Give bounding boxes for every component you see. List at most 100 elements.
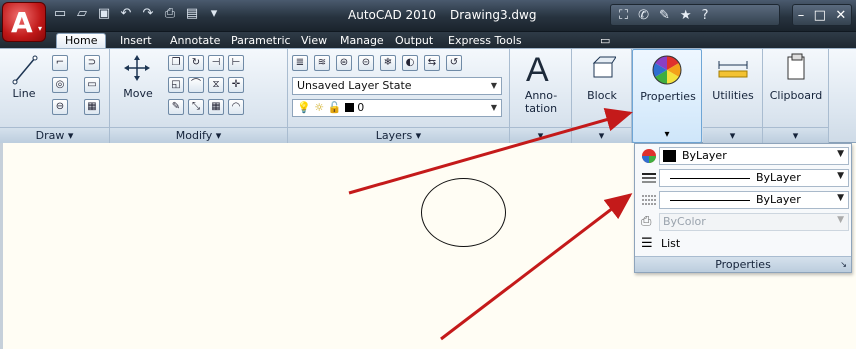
layer-dropdown[interactable]: 💡 ☼ 🔓 0 ▼: [292, 99, 502, 117]
app-menu-caret-icon: ▾: [37, 24, 42, 33]
arc-icon[interactable]: ⊃: [84, 55, 100, 71]
layer-match-icon[interactable]: ⇆: [424, 55, 440, 71]
app-name: AutoCAD 2010: [348, 8, 437, 22]
scale-icon[interactable]: ⤡: [188, 99, 204, 115]
help-icon[interactable]: ?: [702, 8, 709, 23]
linetype-value: ByLayer: [756, 171, 801, 184]
extend-icon[interactable]: ⊢: [228, 55, 244, 71]
maximize-icon[interactable]: □: [814, 8, 826, 23]
block-panel[interactable]: Block ▾: [572, 49, 632, 143]
redo-icon[interactable]: ↷: [140, 6, 156, 21]
block-label: Block: [587, 89, 617, 102]
move-icon[interactable]: [124, 55, 150, 81]
list-button[interactable]: List: [661, 237, 680, 250]
chevron-down-icon: ▼: [490, 103, 497, 112]
fillet-icon[interactable]: ⌒: [188, 77, 204, 93]
layers-panel-footer[interactable]: Layers ▾: [288, 127, 509, 143]
binoculars-icon[interactable]: ⛶: [619, 8, 628, 23]
lineweight-select[interactable]: ByLayer ▼: [659, 191, 849, 209]
color-select[interactable]: ByLayer ▼: [659, 147, 849, 165]
lineweight-value: ByLayer: [756, 193, 801, 206]
layer-off-icon[interactable]: ◐: [402, 55, 418, 71]
annotation-panel[interactable]: A Anno- tation ▾: [510, 49, 572, 143]
lineweight-row[interactable]: ByLayer ▼: [637, 190, 849, 210]
explode-icon[interactable]: ✛: [228, 77, 244, 93]
communication-icon[interactable]: ✆: [638, 8, 649, 23]
color-swatch: [663, 150, 676, 162]
linetype-row[interactable]: ByLayer ▼: [637, 168, 849, 188]
ribbon: Line ⌐ ◎ ⊖ ⊃ ▭ ▦ Draw ▾ Move ❐ ↻ ⊣ ⊢ ◱ ⌒…: [0, 48, 856, 143]
polyline-icon[interactable]: ⌐: [52, 55, 68, 71]
utilities-expand[interactable]: ▾: [703, 127, 762, 143]
publish-pdf-icon[interactable]: ▤: [184, 6, 200, 21]
utilities-label: Utilities: [712, 89, 754, 102]
array-icon[interactable]: ▦: [208, 99, 224, 115]
hatch-icon[interactable]: ▦: [84, 99, 100, 115]
line-icon[interactable]: [12, 55, 38, 85]
erase-icon[interactable]: ✎: [168, 99, 184, 115]
trim-icon[interactable]: ⊣: [208, 55, 224, 71]
layer-state-value: Unsaved Layer State: [297, 79, 412, 92]
favorites-icon[interactable]: ★: [680, 8, 692, 23]
annotation-expand[interactable]: ▾: [510, 127, 571, 143]
annotation-label-line2: tation: [524, 102, 558, 115]
layer-color-swatch: [344, 103, 354, 112]
layer-unisolate-icon[interactable]: ⊝: [358, 55, 374, 71]
layer-states-icon[interactable]: ≋: [314, 55, 330, 71]
copy-icon[interactable]: ❐: [168, 55, 184, 71]
minimize-icon[interactable]: –: [798, 8, 805, 23]
block-expand[interactable]: ▾: [572, 127, 631, 143]
lightbulb-icon: 💡: [297, 101, 311, 114]
layer-isolate-icon[interactable]: ⊜: [336, 55, 352, 71]
block-icon: [592, 56, 616, 78]
open-icon[interactable]: ▱: [74, 6, 90, 21]
stretch-icon[interactable]: ◱: [168, 77, 184, 93]
properties-panel-button[interactable]: Properties ▾: [632, 49, 702, 143]
plotstyle-select: ByColor ▼: [659, 213, 849, 231]
color-row[interactable]: ByLayer ▼: [637, 146, 849, 166]
layer-properties-icon[interactable]: ≣: [292, 55, 308, 71]
save-icon[interactable]: ▣: [96, 6, 112, 21]
chevron-down-icon: ▾: [664, 129, 670, 140]
utilities-panel[interactable]: Utilities ▾: [703, 49, 763, 143]
plot-icon[interactable]: ⎙: [162, 6, 178, 21]
clipboard-expand[interactable]: ▾: [763, 127, 828, 143]
drawn-circle[interactable]: [421, 178, 506, 247]
color-wheel-icon: [652, 55, 682, 85]
line-preview: [670, 200, 750, 201]
layer-freeze-icon[interactable]: ❄: [380, 55, 396, 71]
mirror-icon[interactable]: ⧖: [208, 77, 224, 93]
rotate-icon[interactable]: ↻: [188, 55, 204, 71]
layer-state-dropdown[interactable]: Unsaved Layer State ▼: [292, 77, 502, 95]
move-button[interactable]: Move: [118, 87, 158, 100]
color-value: ByLayer: [682, 149, 727, 162]
properties-panel-footer[interactable]: Properties ↘: [635, 256, 851, 272]
close-icon[interactable]: ✕: [835, 8, 846, 23]
document-name: Drawing3.dwg: [450, 8, 537, 22]
undo-icon[interactable]: ↶: [118, 6, 134, 21]
title-bar: ▭ ▱ ▣ ↶ ↷ ⎙ ▤ ▾ AutoCAD 2010 Drawing3.dwg…: [0, 0, 856, 32]
subscription-icon[interactable]: ✎: [659, 8, 670, 23]
offset-icon[interactable]: ◠: [228, 99, 244, 115]
rectangle-icon[interactable]: ▭: [84, 77, 100, 93]
new-icon[interactable]: ▭: [52, 6, 68, 21]
plotstyle-value: ByColor: [663, 215, 706, 228]
color-icon: [642, 149, 656, 163]
clipboard-label: Clipboard: [769, 89, 823, 102]
layer-previous-icon[interactable]: ↺: [446, 55, 462, 71]
draw-panel-footer[interactable]: Draw ▾: [0, 127, 109, 143]
list-row[interactable]: ☰ List: [637, 234, 849, 254]
modify-panel: Move ❐ ↻ ⊣ ⊢ ◱ ⌒ ⧖ ✛ ✎ ⤡ ▦ ◠ Modify ▾: [110, 49, 288, 143]
dialog-launcher-icon[interactable]: ↘: [840, 257, 847, 272]
modify-panel-footer[interactable]: Modify ▾: [110, 127, 287, 143]
properties-panel-title: Properties: [715, 258, 771, 271]
clipboard-panel[interactable]: Clipboard ▾: [763, 49, 829, 143]
qat-dropdown-icon[interactable]: ▾: [206, 6, 222, 21]
linetype-icon: [642, 173, 656, 183]
ellipse-tool-icon[interactable]: ⊖: [52, 99, 68, 115]
line-button[interactable]: Line: [6, 87, 42, 100]
measure-icon: [718, 61, 748, 78]
linetype-select[interactable]: ByLayer ▼: [659, 169, 849, 187]
circle-tool-icon[interactable]: ◎: [52, 77, 68, 93]
application-menu-button[interactable]: A ▾: [2, 2, 46, 42]
